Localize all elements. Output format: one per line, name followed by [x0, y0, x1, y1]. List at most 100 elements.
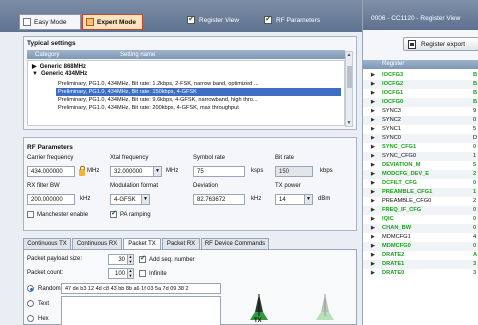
stepper-arrows-icon[interactable]: ▲ ▼ — [127, 254, 133, 264]
typical-settings-scrollbar[interactable]: ▲ ▼ — [345, 51, 353, 127]
expand-arrow-icon[interactable]: ▶ — [371, 125, 375, 134]
chevron-down-icon[interactable]: ▼ — [153, 167, 161, 176]
register-view-toggle[interactable]: Register View — [187, 14, 239, 24]
register-view-checkbox[interactable] — [187, 14, 195, 24]
modulation-format-select[interactable]: 4-GFSK ▼ — [110, 194, 150, 205]
expand-arrow-icon[interactable]: ▶ — [371, 224, 375, 233]
payload-size-stepper[interactable]: 30 ▲ ▼ — [108, 254, 134, 265]
stepper-arrows-icon[interactable]: ▲ ▼ — [127, 268, 133, 278]
expand-arrow-icon[interactable]: ▶ — [371, 188, 375, 197]
setting-name-column-header[interactable]: Setting name — [120, 52, 155, 58]
radio-dot[interactable] — [27, 315, 34, 322]
scroll-up-icon[interactable]: ▲ — [346, 52, 352, 58]
collapse-arrow-icon[interactable]: ▼ — [32, 71, 38, 77]
rx-antenna-icon[interactable] — [312, 294, 338, 320]
tab-rf-device-commands[interactable]: RF Device Commands — [201, 238, 269, 249]
register-row[interactable]: ▶ FREQ_IF_CFG 0 — [363, 206, 478, 215]
tx-power-select[interactable]: 14 ▼ — [275, 194, 313, 205]
expand-arrow-icon[interactable]: ▶ — [371, 269, 375, 278]
packet-count-stepper[interactable]: 100 ▲ ▼ — [108, 268, 134, 279]
scroll-down-icon[interactable]: ▼ — [346, 120, 352, 126]
expand-arrow-icon[interactable]: ▶ — [371, 215, 375, 224]
setting-row[interactable]: Preliminary, PG1.0, 434MHz, Bit rate: 9.… — [56, 96, 341, 104]
register-row[interactable]: ▶ PREAMBLE_CFG1 1 — [363, 188, 478, 197]
carrier-frequency-input[interactable]: 434.000000 — [27, 166, 75, 177]
expand-arrow-icon[interactable]: ▶ — [371, 179, 375, 188]
expand-arrow-icon[interactable]: ▶ — [371, 242, 375, 251]
rf-parameters-checkbox[interactable] — [264, 14, 272, 24]
expand-arrow-icon[interactable]: ▶ — [371, 89, 375, 98]
text-radio[interactable]: Text — [27, 300, 49, 307]
register-row[interactable]: ▶ CHAN_BW 0 — [363, 224, 478, 233]
register-row[interactable]: ▶ MDMCFG0 0 — [363, 242, 478, 251]
tree-node-generic-434[interactable]: ▼ Generic 434MHz — [32, 71, 87, 77]
register-row[interactable]: ▶ SYNC3 9 — [363, 107, 478, 116]
payload-text-area[interactable] — [61, 296, 221, 325]
register-row[interactable]: ▶ DRATE2 A — [363, 251, 478, 260]
infinite-checkbox[interactable]: Infinite — [139, 270, 167, 277]
expand-arrow-icon[interactable]: ▶ — [371, 206, 375, 215]
expand-arrow-icon[interactable]: ▶ — [371, 233, 375, 242]
register-row[interactable]: ▶ SYNC0 D — [363, 134, 478, 143]
pa-ramping-checkbox[interactable]: PA ramping — [110, 209, 151, 218]
register-row[interactable]: ▶ SYNC2 0 — [363, 116, 478, 125]
register-row[interactable]: ▶ PREAMBLE_CFG0 2 — [363, 197, 478, 206]
hex-radio[interactable]: Hex — [27, 315, 49, 322]
expand-arrow-icon[interactable]: ▶ — [371, 71, 375, 80]
random-radio[interactable]: Random — [27, 285, 61, 292]
tab-packet-rx[interactable]: Packet RX — [162, 238, 200, 249]
lock-icon[interactable] — [79, 166, 85, 176]
expand-arrow-icon[interactable]: ▶ — [371, 143, 375, 152]
easy-mode-tab[interactable]: Easy Mode — [19, 14, 81, 30]
radio-dot[interactable] — [27, 300, 34, 307]
expand-arrow-icon[interactable]: ▶ — [371, 107, 375, 116]
register-export-button[interactable]: Register export — [403, 37, 478, 51]
radio-dot[interactable] — [27, 285, 34, 292]
deviation-input[interactable]: 82.763672 — [193, 194, 245, 205]
setting-row-selected[interactable]: Preliminary, PG1.0, 434MHz, Bit rate: 15… — [56, 88, 341, 96]
register-column-header[interactable]: Register — [363, 60, 478, 69]
expand-arrow-icon[interactable]: ▶ — [371, 170, 375, 179]
expert-mode-tab[interactable]: Expert Mode — [82, 14, 143, 30]
expand-arrow-icon[interactable]: ▶ — [371, 80, 375, 89]
expand-arrow-icon[interactable]: ▶ — [371, 251, 375, 260]
register-row[interactable]: ▶ IOCFG1 B — [363, 89, 478, 98]
tab-continuous-tx[interactable]: Continuous TX — [23, 238, 71, 249]
checkbox-box[interactable] — [139, 254, 146, 263]
random-payload-field[interactable]: 47 de b3 12 4d c8 43 bb 8b a6 1f 03 5a 7… — [61, 283, 221, 294]
checkbox-box[interactable] — [27, 211, 34, 218]
add-seq-number-checkbox[interactable]: Add seq. number — [139, 254, 195, 263]
expand-arrow-icon[interactable]: ▶ — [371, 98, 375, 107]
manchester-enable-checkbox[interactable]: Manchester enable — [27, 211, 88, 218]
rf-parameters-toggle[interactable]: RF Parameters — [264, 14, 320, 24]
symbol-rate-input[interactable]: 75 — [193, 166, 245, 177]
register-row[interactable]: ▶ SYNC_CFG0 1 — [363, 152, 478, 161]
scroll-thumb[interactable] — [347, 66, 352, 88]
register-row[interactable]: ▶ IOCFG2 B — [363, 80, 478, 89]
expand-arrow-icon[interactable]: ▶ — [371, 197, 375, 206]
expand-arrow-icon[interactable]: ▶ — [371, 134, 375, 143]
chevron-down-icon[interactable]: ▼ — [141, 195, 149, 204]
register-row[interactable]: ▶ MODCFG_DEV_E 2 — [363, 170, 478, 179]
register-row[interactable]: ▶ DCFILT_CFG 0 — [363, 179, 478, 188]
category-column-header[interactable]: Category — [35, 52, 59, 58]
tx-antenna-icon[interactable] — [246, 294, 272, 320]
register-row[interactable]: ▶ SYNC1 5 — [363, 125, 478, 134]
setting-row[interactable]: Preliminary, PG1.0, 434MHz, Bit rate: 20… — [56, 104, 341, 112]
tab-continuous-rx[interactable]: Continuous RX — [72, 238, 122, 249]
expand-arrow-icon[interactable]: ▶ — [371, 116, 375, 125]
register-row[interactable]: ▶ IOCFG0 B — [363, 98, 478, 107]
xtal-frequency-select[interactable]: 32.000000 ▼ — [110, 166, 162, 177]
rx-filter-bw-input[interactable]: 200.000000 — [27, 194, 75, 205]
register-row[interactable]: ▶ SYNC_CFG1 0 — [363, 143, 478, 152]
chevron-down-icon[interactable]: ▼ — [304, 195, 312, 204]
setting-row[interactable]: Preliminary, PG1.0, 434MHz, Bit rate: 1.… — [56, 80, 341, 88]
register-row[interactable]: ▶ IOCFG3 B — [363, 71, 478, 80]
expand-arrow-icon[interactable]: ▶ — [371, 152, 375, 161]
register-row[interactable]: ▶ MDMCFG1 4 — [363, 233, 478, 242]
checkbox-box[interactable] — [139, 270, 146, 277]
register-row[interactable]: ▶ DRATE0 3 — [363, 269, 478, 278]
checkbox-box[interactable] — [110, 209, 117, 218]
expand-arrow-icon[interactable]: ▶ — [32, 63, 37, 70]
register-row[interactable]: ▶ IQIC 0 — [363, 215, 478, 224]
